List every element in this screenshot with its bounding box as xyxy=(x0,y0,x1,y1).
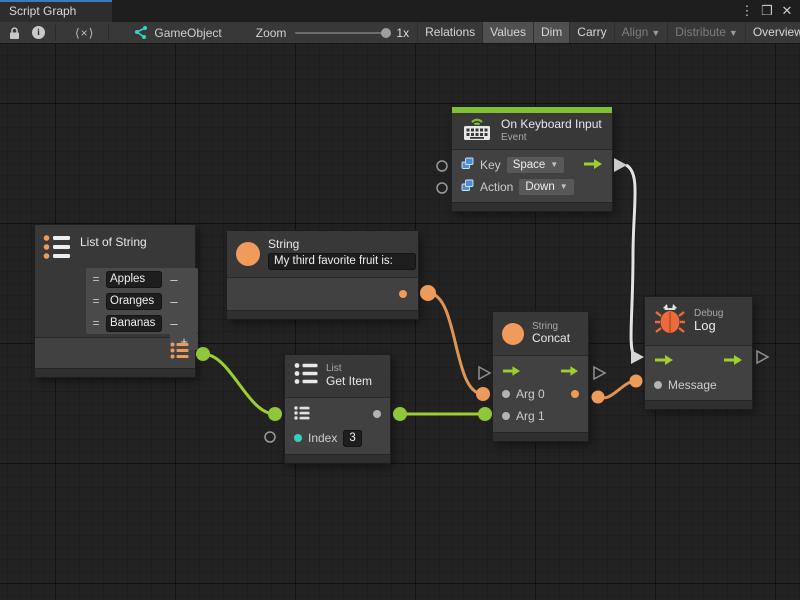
close-icon[interactable]: ✕ xyxy=(778,0,796,22)
arg0-port-label: Arg 0 xyxy=(516,387,545,401)
zoom-value: 1x xyxy=(396,26,409,40)
control-input-arrow-icon[interactable] xyxy=(502,365,521,380)
list-item-field[interactable]: Bananas xyxy=(106,315,162,332)
node-on-keyboard-input[interactable]: On Keyboard Input Event Key Space▼ Actio… xyxy=(452,107,612,211)
zoom-slider-thumb[interactable] xyxy=(381,28,391,38)
chevron-down-icon: ▼ xyxy=(729,28,738,38)
control-output-arrow-icon[interactable] xyxy=(560,365,579,380)
code-view-icon[interactable]: ⟨×⟩ xyxy=(75,22,94,44)
bug-icon xyxy=(654,302,686,341)
node-list-of-string[interactable]: List of String = Apples – = Oranges – = … xyxy=(35,225,195,377)
list-item-row: = Apples – xyxy=(86,268,198,290)
arg1-input-port[interactable] xyxy=(502,412,510,420)
node-debug-log[interactable]: Debug Log Message xyxy=(645,297,752,409)
action-dropdown[interactable]: Down▼ xyxy=(519,179,573,195)
string-type-icon xyxy=(236,242,260,266)
item-output-port[interactable] xyxy=(373,410,381,418)
node-title: Log xyxy=(694,319,723,334)
window-menu-icon[interactable]: ⋮ xyxy=(738,0,756,22)
list-item-field[interactable]: Apples xyxy=(106,271,162,288)
node-footer xyxy=(493,432,588,441)
node-footer xyxy=(35,368,195,377)
remove-item-button[interactable]: – xyxy=(165,272,183,287)
node-string-literal[interactable]: String My third favorite fruit is: xyxy=(227,231,418,319)
key-port-label: Key xyxy=(480,158,501,172)
message-input-port[interactable] xyxy=(654,381,662,389)
list-input-port-icon[interactable] xyxy=(294,406,310,423)
remove-item-button[interactable]: – xyxy=(165,294,183,309)
control-input-arrow-icon[interactable] xyxy=(654,354,674,369)
string-type-icon xyxy=(502,323,524,345)
distribute-button[interactable]: Distribute▼ xyxy=(667,22,745,44)
zoom-slider[interactable] xyxy=(295,32,387,34)
chevron-down-icon: ▼ xyxy=(550,158,558,172)
list-item-row: = Bananas – xyxy=(86,312,198,334)
list-editor: = Apples – = Oranges – = Bananas – xyxy=(86,268,198,334)
node-footer xyxy=(645,400,752,409)
index-port-label: Index xyxy=(308,431,337,445)
carry-button[interactable]: Carry xyxy=(569,22,613,44)
index-value-field[interactable]: 3 xyxy=(343,430,361,447)
unity-visual-scripting-window: Script Graph ⋮ ❒ ✕ i ⟨×⟩ GameObject Zoom… xyxy=(0,0,800,600)
node-title: Concat xyxy=(532,332,570,346)
key-dropdown[interactable]: Space▼ xyxy=(507,157,565,173)
list-type-icon xyxy=(43,234,71,265)
dim-button[interactable]: Dim xyxy=(533,22,569,44)
overview-button[interactable]: Overview xyxy=(745,22,800,44)
tab-script-graph[interactable]: Script Graph xyxy=(0,0,112,22)
node-get-item[interactable]: List Get Item Index 3 xyxy=(285,355,390,463)
list-type-icon xyxy=(294,362,318,390)
drag-handle-icon[interactable]: = xyxy=(89,316,103,330)
remove-item-button[interactable]: – xyxy=(165,316,183,331)
node-title: List of String xyxy=(80,235,147,249)
keycode-type-icon xyxy=(461,179,474,195)
string-value-field[interactable]: My third favorite fruit is: xyxy=(268,253,416,270)
toolbar-separator xyxy=(55,25,56,41)
node-title: String xyxy=(268,238,416,252)
toolbar-separator xyxy=(108,25,109,41)
action-port-label: Action xyxy=(480,180,513,194)
zoom-label: Zoom xyxy=(256,26,287,40)
result-output-port[interactable] xyxy=(571,390,579,398)
arg0-input-port[interactable] xyxy=(502,390,510,398)
relations-button[interactable]: Relations xyxy=(417,22,482,44)
chevron-down-icon: ▼ xyxy=(560,180,568,194)
drag-handle-icon[interactable]: = xyxy=(89,294,103,308)
title-bar: Script Graph ⋮ ❒ ✕ xyxy=(0,0,800,22)
chevron-down-icon: ▼ xyxy=(651,28,660,38)
keycode-type-icon xyxy=(461,157,474,173)
drag-handle-icon[interactable]: = xyxy=(89,272,103,286)
keyboard-icon xyxy=(461,115,493,147)
node-footer xyxy=(227,310,418,319)
control-output-arrow-icon[interactable] xyxy=(583,158,603,173)
string-output-port[interactable] xyxy=(399,290,407,298)
index-input-port[interactable] xyxy=(294,434,302,442)
node-footer xyxy=(452,202,612,211)
maximize-icon[interactable]: ❒ xyxy=(758,0,776,22)
arg1-port-label: Arg 1 xyxy=(516,409,545,423)
node-concat[interactable]: String Concat Arg 0 Arg 1 xyxy=(493,312,588,441)
values-button[interactable]: Values xyxy=(482,22,533,44)
graph-target-icon xyxy=(132,22,148,44)
node-title: Get Item xyxy=(326,375,372,389)
node-footer xyxy=(285,454,390,463)
graph-toolbar: i ⟨×⟩ GameObject Zoom 1x Relations Value… xyxy=(0,22,800,44)
align-button[interactable]: Align▼ xyxy=(614,22,668,44)
tab-title: Script Graph xyxy=(9,4,76,18)
message-port-label: Message xyxy=(668,378,717,392)
info-icon[interactable]: i xyxy=(32,22,45,44)
list-item-row: = Oranges – xyxy=(86,290,198,312)
list-item-field[interactable]: Oranges xyxy=(106,293,162,310)
graph-target-label: GameObject xyxy=(154,26,221,40)
list-output-port-icon[interactable] xyxy=(170,342,189,364)
lock-icon[interactable] xyxy=(8,22,21,44)
control-output-arrow-icon[interactable] xyxy=(723,354,743,369)
node-subtitle: Event xyxy=(501,132,602,144)
node-title: On Keyboard Input xyxy=(501,118,602,132)
